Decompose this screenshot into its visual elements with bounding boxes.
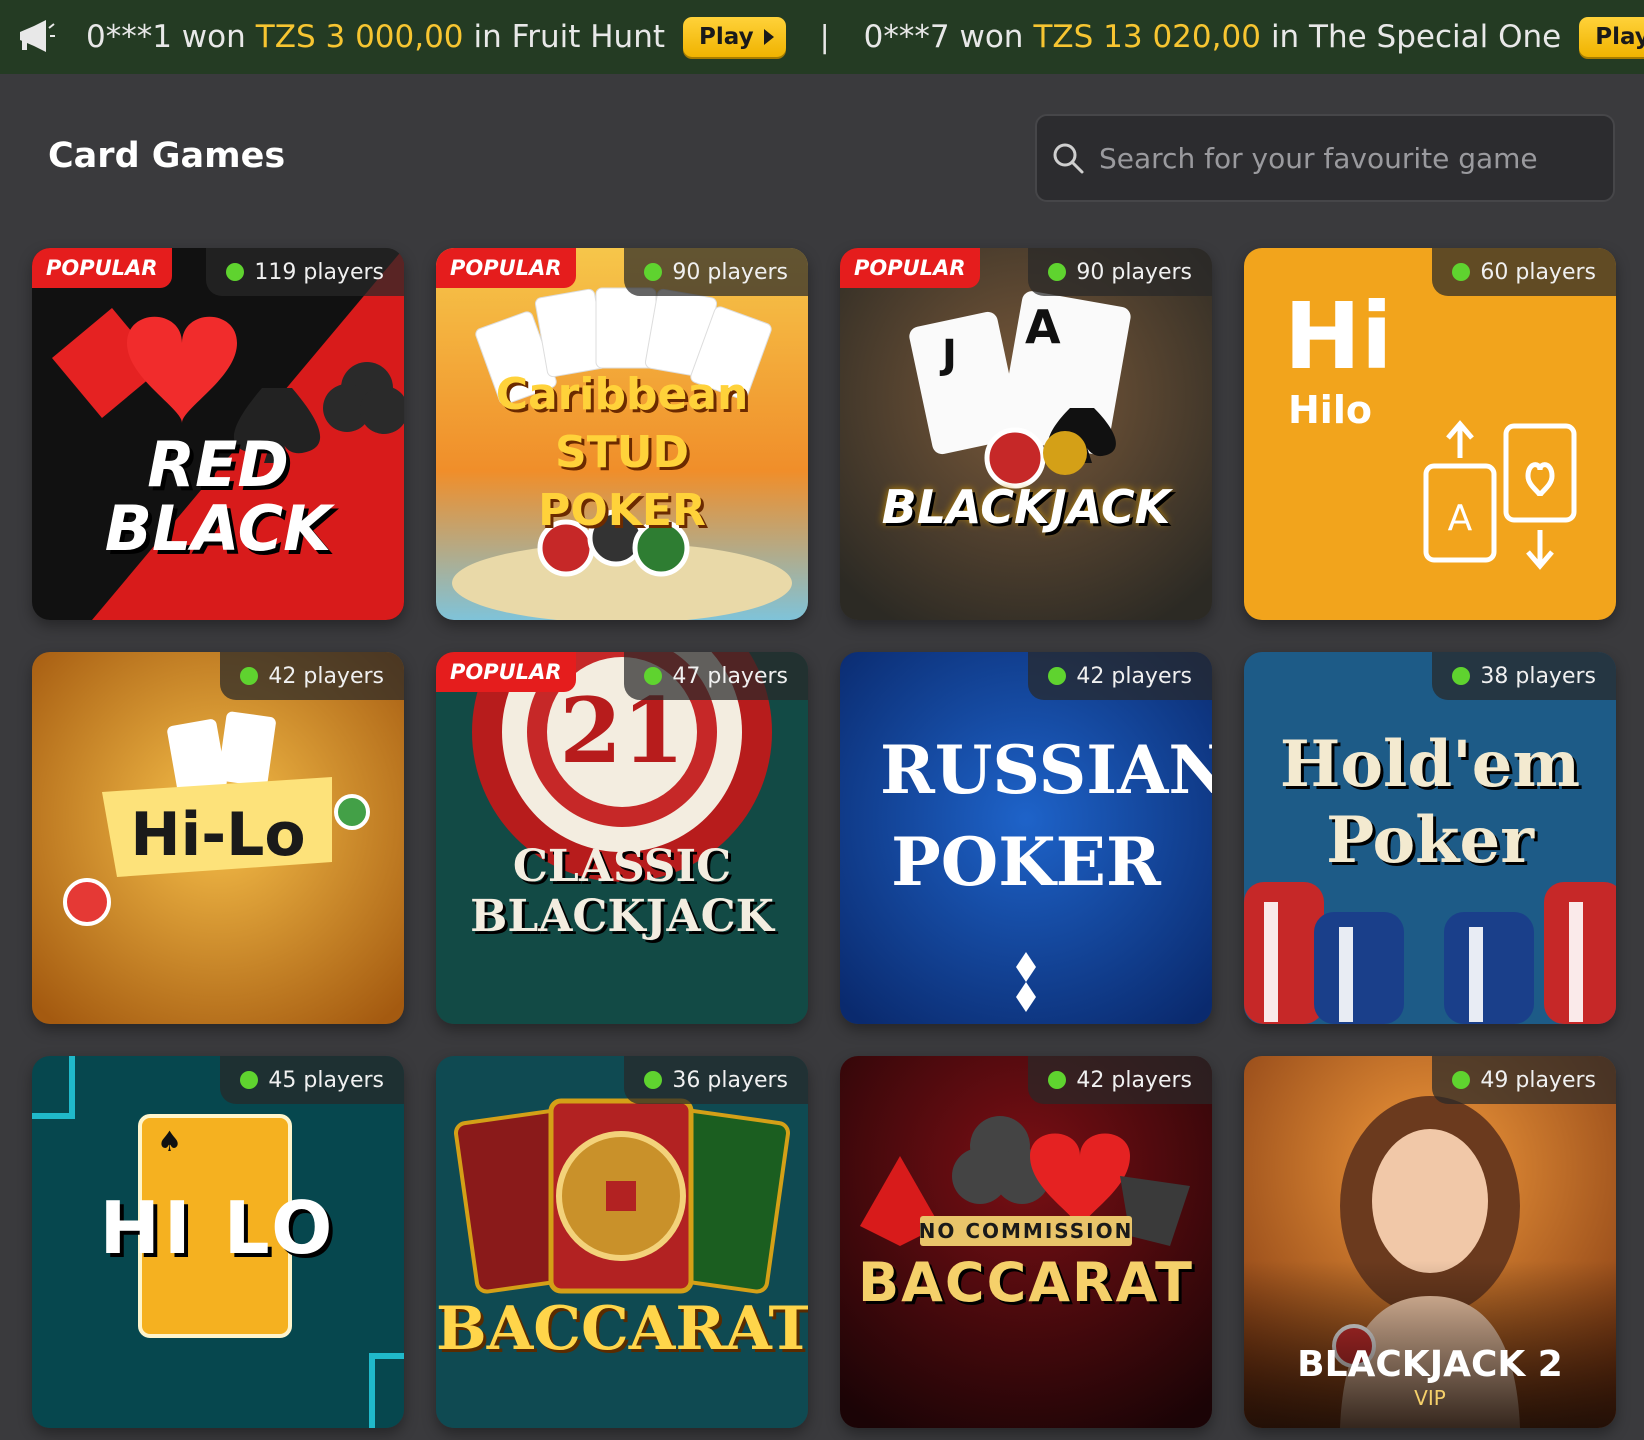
megaphone-icon — [14, 14, 56, 60]
classic-blackjack-artwork: 21 — [436, 652, 808, 1024]
ticker-user: 0***1 won — [86, 19, 246, 55]
players-label: 42 players — [1076, 663, 1192, 689]
game-card-caribbean-stud-poker[interactable]: Caribbean STUD POKER POPULAR 90 players — [436, 248, 808, 620]
players-label: 45 players — [268, 1067, 384, 1093]
players-label: 42 players — [268, 663, 384, 689]
players-count: 36 players — [624, 1056, 808, 1104]
game-subtitle: NO COMMISSION — [918, 1219, 1134, 1243]
search-input[interactable] — [1099, 141, 1599, 175]
online-dot-icon — [644, 667, 663, 685]
game-title: BACCARAT — [857, 1251, 1195, 1314]
ticker-item-2: 0***7 won TZS 13 020,00 in The Special O… — [864, 17, 1644, 57]
online-dot-icon — [226, 263, 245, 281]
online-dot-icon — [240, 667, 259, 685]
game-title: BACCARAT — [436, 1294, 808, 1364]
online-dot-icon — [1048, 263, 1067, 281]
popular-badge: POPULAR — [436, 652, 576, 692]
svg-text:♠: ♠ — [157, 1125, 182, 1158]
online-dot-icon — [644, 1071, 663, 1089]
players-count: 60 players — [1432, 248, 1616, 296]
play-button[interactable]: Play — [683, 17, 786, 57]
ticker-game: in The Special One — [1270, 19, 1562, 55]
game-card-holdem-poker[interactable]: Hold'em Poker 38 players — [1244, 652, 1616, 1024]
online-dot-icon — [1452, 1071, 1471, 1089]
game-title: BLACKJACK — [881, 480, 1171, 534]
popular-badge: POPULAR — [840, 248, 980, 288]
game-card-hi-lo-neon[interactable]: ♠ HI LO 45 players — [32, 1056, 404, 1428]
ticker-amount: TZS 13 020,00 — [1033, 19, 1261, 55]
game-title: CLASSIC BLACKJACK — [470, 841, 774, 942]
online-dot-icon — [1048, 1071, 1067, 1089]
online-dot-icon — [644, 263, 663, 281]
ticker-separator: | — [819, 19, 830, 55]
winners-ticker: 0***1 won TZS 3 000,00 in Fruit Hunt Pla… — [0, 0, 1644, 74]
ticker-game: in Fruit Hunt — [473, 19, 666, 55]
game-title: Hold'em Poker — [1279, 727, 1581, 878]
game-card-baccarat[interactable]: BACCARAT 36 players — [436, 1056, 808, 1428]
players-label: 90 players — [672, 259, 788, 285]
game-subtitle: VIP — [1414, 1386, 1446, 1410]
svg-text:A: A — [1448, 498, 1473, 539]
game-title: BLACKJACK 2 — [1297, 1344, 1563, 1385]
players-label: 60 players — [1480, 259, 1596, 285]
blackjack-artwork: J A — [840, 248, 1212, 620]
online-dot-icon — [1452, 263, 1471, 281]
game-card-classic-blackjack[interactable]: 21 CLASSIC BLACKJACK POPULAR 47 players — [436, 652, 808, 1024]
play-button-label: Play — [1595, 24, 1644, 50]
online-dot-icon — [1048, 667, 1067, 685]
ticker-user: 0***7 won — [863, 19, 1024, 55]
players-label: 38 players — [1480, 663, 1596, 689]
search-icon — [1053, 143, 1084, 174]
baccarat-artwork — [436, 1056, 808, 1428]
players-count: 42 players — [1028, 652, 1212, 700]
players-label: 42 players — [1076, 1067, 1192, 1093]
search-box[interactable] — [1035, 114, 1615, 202]
svg-text:J: J — [939, 332, 957, 378]
play-button[interactable]: Play — [1579, 17, 1644, 57]
players-label: 49 players — [1480, 1067, 1596, 1093]
game-subtitle: Hilo — [1288, 388, 1372, 432]
online-dot-icon — [240, 1071, 259, 1089]
players-count: 90 players — [624, 248, 808, 296]
play-button-label: Play — [699, 24, 754, 50]
game-card-hilo[interactable]: A Hi Hilo 60 players — [1244, 248, 1616, 620]
players-label: 47 players — [672, 663, 788, 689]
game-card-blackjack[interactable]: J A BLACKJACK POPULAR 90 players — [840, 248, 1212, 620]
page-title: Card Games — [48, 136, 286, 176]
game-title: RED BLACK — [104, 428, 332, 565]
players-count: 45 players — [220, 1056, 404, 1104]
popular-badge: POPULAR — [436, 248, 576, 288]
players-label: 36 players — [672, 1067, 788, 1093]
players-count: 42 players — [1028, 1056, 1212, 1104]
games-grid: RED BLACK POPULAR 119 players Caribbean … — [32, 248, 1616, 1428]
players-count: 38 players — [1432, 652, 1616, 700]
players-label: 90 players — [1076, 259, 1192, 285]
players-count: 90 players — [1028, 248, 1212, 296]
play-icon — [763, 29, 774, 45]
players-count: 47 players — [624, 652, 808, 700]
players-count: 42 players — [220, 652, 404, 700]
game-title: RUSSIAN POKER — [880, 731, 1212, 901]
game-card-blackjack-2-vip[interactable]: BLACKJACK 2 VIP 49 players — [1244, 1056, 1616, 1428]
popular-badge: POPULAR — [32, 248, 172, 288]
game-title: Hi-Lo — [130, 800, 306, 870]
game-title: Hi — [1284, 283, 1393, 390]
players-label: 119 players — [254, 259, 384, 285]
ticker-amount: TZS 3 000,00 — [255, 19, 464, 55]
game-card-no-commission-baccarat[interactable]: NO COMMISSION BACCARAT 42 players — [840, 1056, 1212, 1428]
online-dot-icon — [1452, 667, 1471, 685]
game-title: Caribbean STUD POKER — [495, 369, 749, 536]
game-card-red-black[interactable]: RED BLACK POPULAR 119 players — [32, 248, 404, 620]
game-card-russian-poker[interactable]: RUSSIAN POKER 42 players — [840, 652, 1212, 1024]
game-card-hi-lo[interactable]: Hi-Lo 42 players — [32, 652, 404, 1024]
svg-text:A: A — [1025, 300, 1061, 354]
game-title: HI LO — [99, 1186, 337, 1270]
players-count: 119 players — [206, 248, 404, 296]
players-count: 49 players — [1432, 1056, 1616, 1104]
ticker-item-1: 0***1 won TZS 3 000,00 in Fruit Hunt Pla… — [86, 17, 786, 57]
